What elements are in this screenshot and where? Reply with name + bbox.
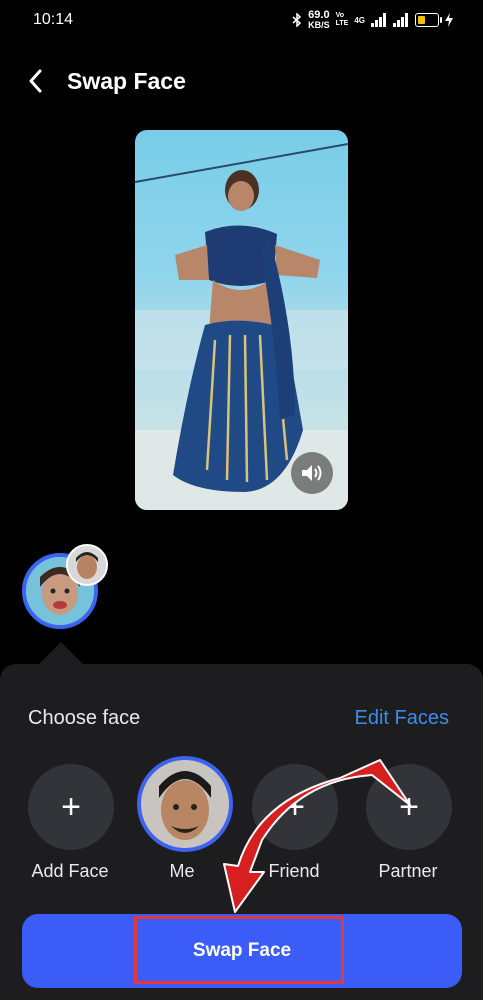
back-button[interactable] <box>22 66 48 96</box>
add-icon: + <box>366 764 452 850</box>
add-icon: + <box>252 764 338 850</box>
page-title: Swap Face <box>67 68 186 94</box>
add-face-option[interactable]: + Add Face <box>15 762 125 892</box>
sheet-pointer <box>38 642 84 665</box>
edit-faces-link[interactable]: Edit Faces <box>355 707 449 730</box>
charging-icon <box>445 13 453 27</box>
partner-face-label: Partner <box>378 861 438 881</box>
friend-face-option[interactable]: + Friend <box>239 762 349 892</box>
swap-face-button-label: Swap Face <box>192 940 292 961</box>
network-speed: 69.0 KB/S <box>308 9 330 30</box>
selected-face-mini-thumbnail <box>66 544 108 586</box>
add-icon: + <box>28 764 114 850</box>
status-time: 10:14 <box>33 11 74 28</box>
status-bar: 10:14 69.0 KB/S Vo LTE 4G <box>0 0 483 42</box>
choose-face-heading: Choose face <box>28 707 141 729</box>
bluetooth-icon <box>292 13 302 27</box>
sound-toggle-button[interactable] <box>291 452 333 494</box>
network-4g-label: 4G <box>354 15 365 25</box>
friend-face-label: Friend <box>268 861 320 881</box>
volte-indicator: Vo LTE <box>335 12 349 27</box>
me-avatar <box>137 756 233 852</box>
chevron-left-icon <box>29 69 42 93</box>
me-face-label: Me <box>169 861 195 881</box>
add-face-label: Add Face <box>31 861 109 881</box>
battery-icon <box>415 13 442 27</box>
me-face-option[interactable]: Me <box>127 756 237 892</box>
speaker-icon <box>302 465 322 481</box>
partner-face-option[interactable]: + Partner <box>353 762 463 892</box>
status-icons: 69.0 KB/S Vo LTE 4G <box>292 9 453 31</box>
mini-face-image <box>68 546 106 584</box>
signal-icon-2 <box>393 13 408 27</box>
signal-icon <box>371 13 386 27</box>
me-face-image <box>141 760 229 848</box>
